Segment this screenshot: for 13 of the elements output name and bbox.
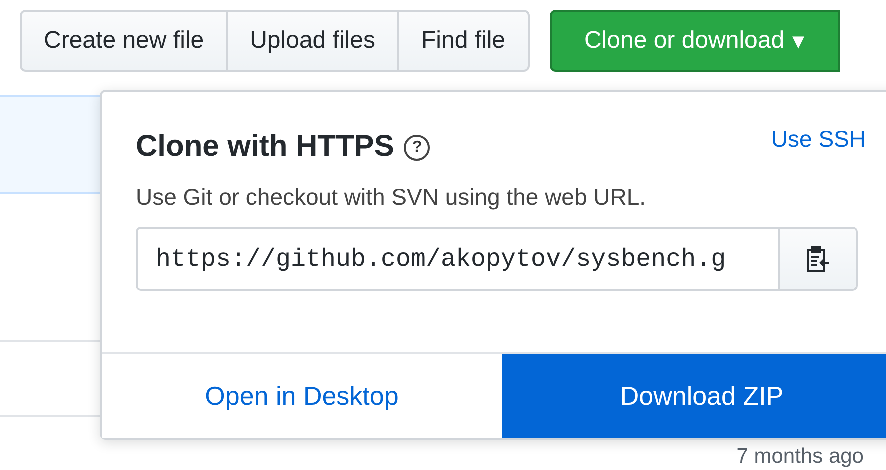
copy-button[interactable]	[778, 229, 856, 289]
use-ssh-link[interactable]: Use SSH	[771, 126, 866, 153]
description: Use Git or checkout with SVN using the web URL.	[136, 184, 648, 211]
help-icon[interactable]: ?	[404, 135, 430, 162]
download-zip-button[interactable]: Download ZIP	[502, 354, 886, 438]
toolbar-button[interactable]: Create new file	[20, 10, 228, 72]
toolbar-button[interactable]: Find file	[397, 10, 530, 72]
timestamp: 7 months ago	[736, 445, 864, 469]
popup-title: Clone with HTTPS ?	[136, 130, 430, 164]
clipboard-icon	[806, 245, 830, 273]
toolbar-button[interactable]: Upload files	[226, 10, 400, 72]
url-field[interactable]: https://github.com/akopytov/sysbench.g	[136, 227, 858, 291]
open-desktop-link[interactable]: Open in Desktop	[102, 354, 502, 438]
